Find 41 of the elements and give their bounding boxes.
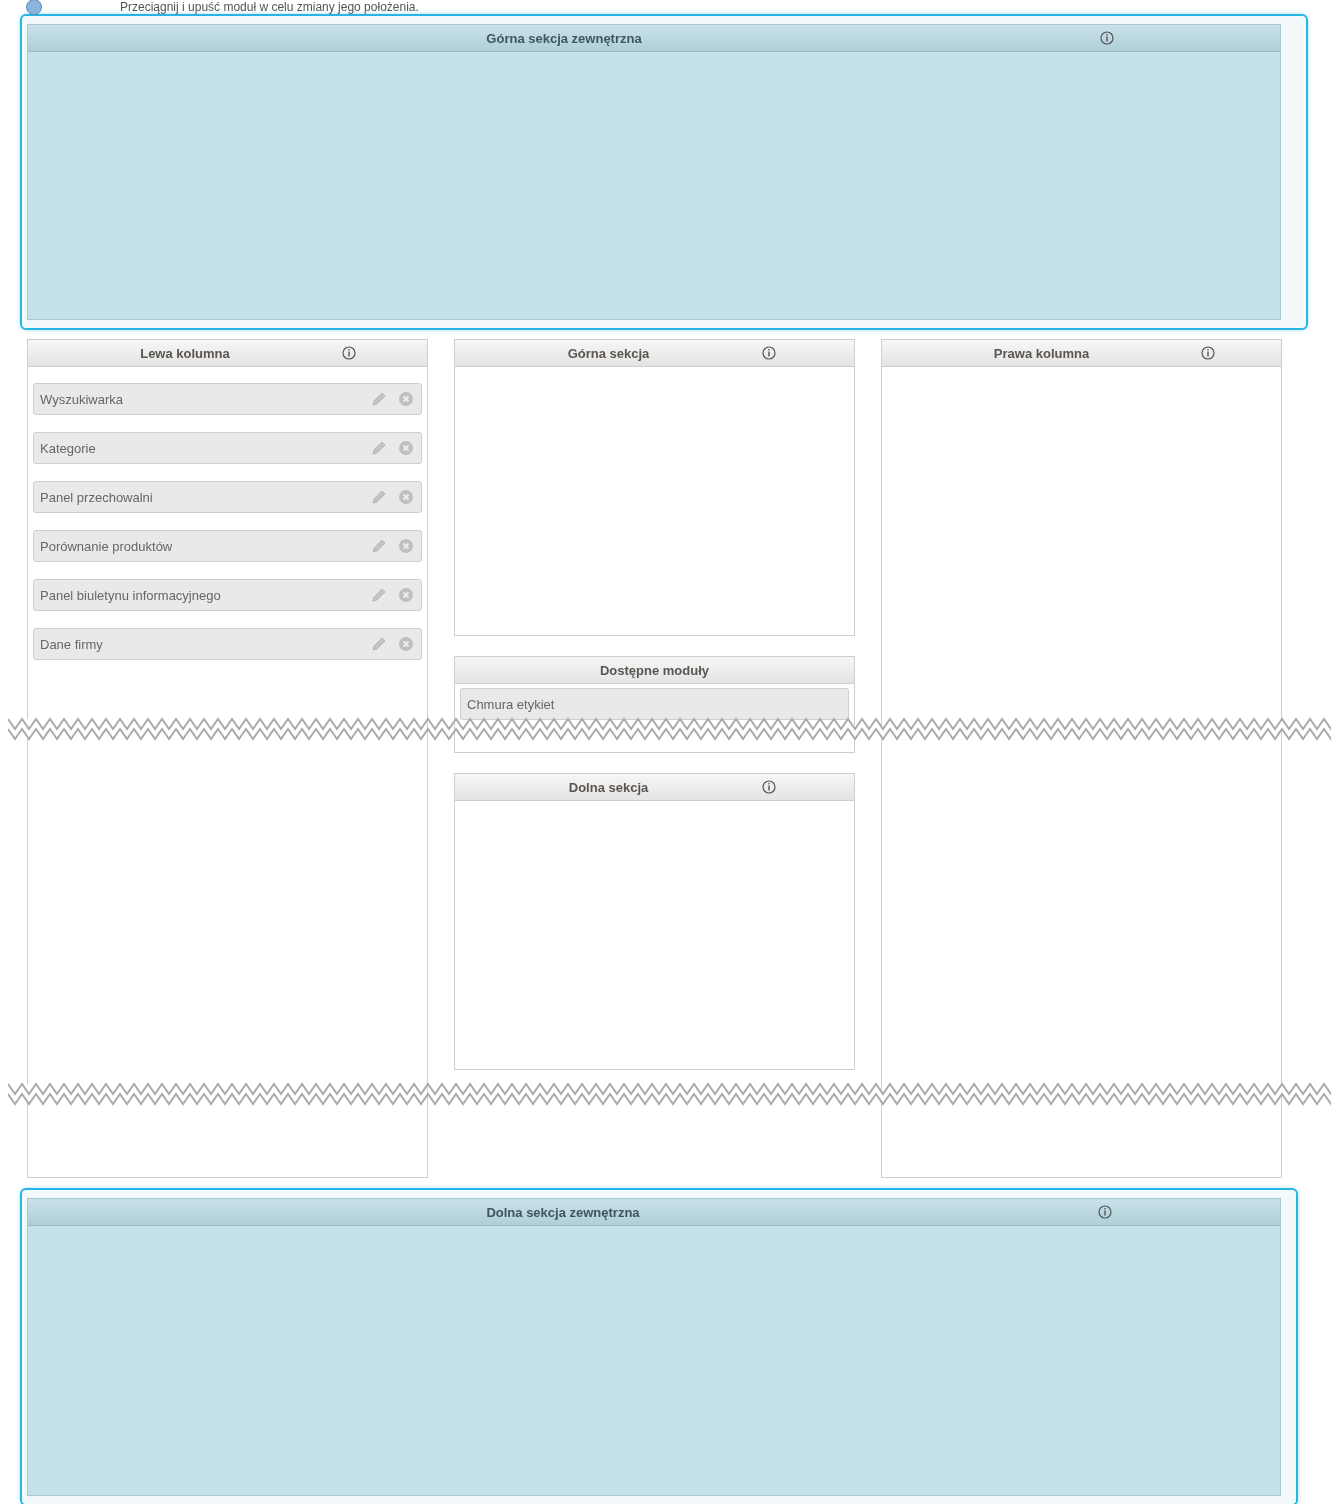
pencil-icon[interactable] <box>371 538 387 554</box>
module-name: Panel przechowalni <box>40 489 154 505</box>
module-name: Porównanie produktów <box>40 538 174 554</box>
module-name: Kategorie <box>40 440 97 456</box>
pencil-icon[interactable] <box>371 440 387 456</box>
info-icon[interactable] <box>342 346 356 360</box>
info-icon[interactable] <box>762 346 776 360</box>
remove-icon[interactable] <box>399 588 413 602</box>
panel-title: Górna sekcja zewnętrzna <box>485 30 643 46</box>
pencil-icon[interactable] <box>371 636 387 652</box>
panel-title: Lewa kolumna <box>139 345 231 361</box>
module-item[interactable]: Kategorie <box>33 432 422 464</box>
module-name: Chmura etykiet <box>467 696 556 712</box>
pencil-icon[interactable] <box>371 489 387 505</box>
module-item[interactable]: Panel przechowalni <box>33 481 422 513</box>
module-item[interactable]: Porównanie produktów <box>33 530 422 562</box>
remove-icon[interactable] <box>399 637 413 651</box>
module-name: Wyszukiwarka <box>40 391 124 407</box>
module-name: Dane firmy <box>40 636 104 652</box>
pencil-icon[interactable] <box>371 391 387 407</box>
pencil-icon[interactable] <box>371 587 387 603</box>
panel-title: Dolna sekcja zewnętrzna <box>485 1204 641 1220</box>
module-item[interactable]: Wyszukiwarka <box>33 383 422 415</box>
hint-text: Przeciągnij i upuść moduł w celu zmiany jego położenia. <box>120 0 419 14</box>
module-item[interactable]: Chmura etykiet <box>460 688 849 720</box>
info-icon <box>26 0 42 15</box>
panel-title: Prawa kolumna <box>992 345 1091 361</box>
info-icon[interactable] <box>1098 1205 1112 1219</box>
info-icon[interactable] <box>1201 346 1215 360</box>
module-item[interactable]: Panel biuletynu informacyjnego <box>33 579 422 611</box>
info-icon[interactable] <box>762 780 776 794</box>
panel-title: Górna sekcja <box>566 345 651 361</box>
module-item[interactable]: Dane firmy <box>33 628 422 660</box>
module-name: Panel biuletynu informacyjnego <box>40 587 222 603</box>
info-icon[interactable] <box>1100 31 1114 45</box>
remove-icon[interactable] <box>399 392 413 406</box>
remove-icon[interactable] <box>399 490 413 504</box>
remove-icon[interactable] <box>399 441 413 455</box>
remove-icon[interactable] <box>399 539 413 553</box>
panel-title: Dolna sekcja <box>567 779 650 795</box>
panel-title: Dostępne moduły <box>598 662 711 678</box>
